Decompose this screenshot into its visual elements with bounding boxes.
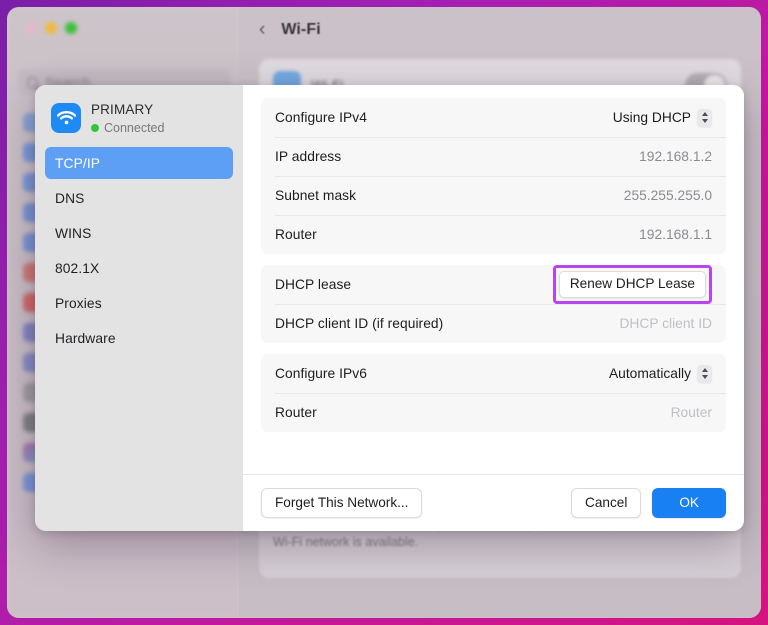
ipv4-group: Configure IPv4 Using DHCP IP address 192… bbox=[261, 98, 726, 254]
router-ipv4-value: 192.168.1.1 bbox=[639, 227, 712, 242]
sidebar-item-label: Proxies bbox=[55, 295, 102, 311]
chevron-down-icon bbox=[701, 375, 708, 379]
sidebar-item-proxies[interactable]: Proxies bbox=[45, 287, 233, 319]
status-dot-icon bbox=[91, 124, 99, 132]
search-icon bbox=[27, 76, 38, 88]
sidebar-item-hardware[interactable]: Hardware bbox=[45, 322, 233, 354]
ipv6-group: Configure IPv6 Automatically Router Rout… bbox=[261, 354, 726, 432]
row-router-ipv6[interactable]: Router Router bbox=[261, 393, 726, 432]
row-configure-ipv4[interactable]: Configure IPv4 Using DHCP bbox=[261, 98, 726, 137]
row-router-ipv4: Router 192.168.1.1 bbox=[261, 215, 726, 254]
network-details-sheet: PRIMARY Connected TCP/IP DNS WINS 802.1X… bbox=[35, 85, 744, 531]
configure-ipv4-popup[interactable]: Using DHCP bbox=[612, 108, 712, 127]
sidebar-item-dns[interactable]: DNS bbox=[45, 182, 233, 214]
content-header: ‹ Wi-Fi bbox=[239, 7, 761, 52]
sidebar-item-label: DNS bbox=[55, 190, 85, 206]
window-traffic-lights[interactable] bbox=[25, 22, 77, 34]
close-button[interactable] bbox=[25, 22, 37, 34]
page-title: Wi-Fi bbox=[281, 20, 321, 38]
cancel-button[interactable]: Cancel bbox=[571, 487, 642, 519]
wifi-icon bbox=[51, 103, 81, 133]
minimize-button[interactable] bbox=[45, 22, 57, 34]
row-configure-ipv6[interactable]: Configure IPv6 Automatically bbox=[261, 354, 726, 393]
sidebar-item-label: WINS bbox=[55, 225, 92, 241]
network-identity: PRIMARY Connected bbox=[91, 101, 164, 135]
configure-ipv4-value: Using DHCP bbox=[612, 110, 691, 125]
sheet-main-panel: Configure IPv4 Using DHCP IP address 192… bbox=[243, 85, 744, 531]
sheet-footer: Forget This Network... Cancel OK bbox=[243, 474, 744, 531]
chevron-up-icon bbox=[701, 368, 708, 372]
sidebar-item-label: 802.1X bbox=[55, 260, 100, 276]
network-status-label: Connected bbox=[104, 121, 165, 135]
chevron-updown-icon[interactable] bbox=[697, 364, 712, 383]
chevron-updown-icon[interactable] bbox=[697, 108, 712, 127]
row-dhcp-lease: DHCP lease Renew DHCP Lease bbox=[261, 265, 726, 304]
row-subnet-mask: Subnet mask 255.255.255.0 bbox=[261, 176, 726, 215]
row-label: Configure IPv4 bbox=[275, 110, 367, 125]
forget-this-network-button[interactable]: Forget This Network... bbox=[261, 487, 423, 519]
row-label: IP address bbox=[275, 149, 342, 164]
network-status: Connected bbox=[91, 121, 164, 135]
configure-ipv6-popup[interactable]: Automatically bbox=[608, 364, 712, 383]
sidebar-item-label: Hardware bbox=[55, 330, 116, 346]
router-ipv6-input[interactable]: Router bbox=[671, 405, 712, 420]
row-ip-address: IP address 192.168.1.2 bbox=[261, 137, 726, 176]
network-name: PRIMARY bbox=[91, 102, 154, 117]
row-label: Configure IPv6 bbox=[275, 366, 367, 381]
sidebar-item-8021x[interactable]: 802.1X bbox=[45, 252, 233, 284]
zoom-button[interactable] bbox=[65, 22, 77, 34]
chevron-left-icon[interactable]: ‹ bbox=[259, 20, 265, 39]
ok-button[interactable]: OK bbox=[652, 487, 726, 519]
dhcp-group: DHCP lease Renew DHCP Lease DHCP client … bbox=[261, 265, 726, 343]
row-label: DHCP lease bbox=[275, 277, 352, 292]
sidebar-item-label: TCP/IP bbox=[55, 155, 101, 171]
renew-dhcp-lease-button[interactable]: Renew DHCP Lease bbox=[558, 271, 706, 298]
subnet-mask-value: 255.255.255.0 bbox=[623, 188, 712, 203]
tcpip-settings-body: Configure IPv4 Using DHCP IP address 192… bbox=[243, 85, 744, 474]
chevron-down-icon bbox=[701, 119, 708, 123]
sidebar-item-wins[interactable]: WINS bbox=[45, 217, 233, 249]
row-label: Router bbox=[275, 405, 317, 420]
footer-actions: Cancel OK bbox=[571, 487, 726, 519]
configure-ipv6-value: Automatically bbox=[608, 366, 691, 381]
row-dhcp-client-id[interactable]: DHCP client ID (if required) DHCP client… bbox=[261, 304, 726, 343]
row-label: Subnet mask bbox=[275, 188, 357, 203]
sidebar-item-tcpip[interactable]: TCP/IP bbox=[45, 147, 233, 179]
dhcp-client-id-input[interactable]: DHCP client ID bbox=[619, 316, 712, 331]
chevron-up-icon bbox=[701, 112, 708, 116]
ip-address-value: 192.168.1.2 bbox=[639, 149, 712, 164]
renew-dhcp-lease-highlight: Renew DHCP Lease bbox=[552, 265, 712, 304]
row-label: Router bbox=[275, 227, 317, 242]
annotated-screenshot-frame: Search Control Centre Siri & Spotlight P… bbox=[0, 0, 768, 625]
network-header: PRIMARY Connected bbox=[45, 95, 233, 147]
sheet-sidebar: PRIMARY Connected TCP/IP DNS WINS 802.1X… bbox=[35, 85, 243, 531]
row-label: DHCP client ID (if required) bbox=[275, 316, 444, 331]
